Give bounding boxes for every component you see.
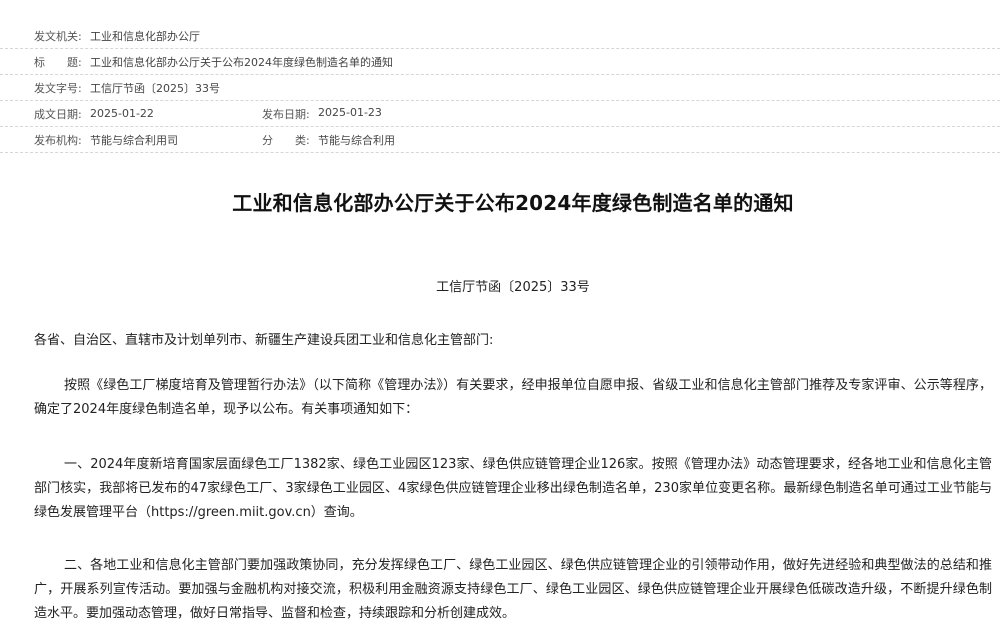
publisher-label: 发布机构: [34, 133, 82, 147]
article-salutation: 各省、自治区、直辖市及计划单列市、新疆生产建设兵团工业和信息化主管部门: [34, 333, 494, 348]
title-label: 标 题: [34, 55, 82, 69]
published-group: 发布日期: 2025-01-23 [262, 106, 382, 122]
issuer-value: 工业和信息化部办公厅 [90, 29, 200, 43]
meta-row-dates: 成文日期: 2025-01-22 发布日期: 2025-01-23 [0, 101, 1000, 127]
meta-row-publisher: 发布机构: 节能与综合利用司 分 类: 节能与综合利用 [0, 127, 1000, 153]
category-label: 分 类: [262, 133, 310, 147]
created-value: 2025-01-22 [90, 107, 154, 120]
docno-label: 发文字号: [34, 81, 82, 95]
issuer-label: 发文机关: [34, 29, 82, 43]
meta-row-docno: 发文字号: 工信厅节函〔2025〕33号 [0, 75, 1000, 101]
category-value: 节能与综合利用 [318, 133, 395, 147]
article-paragraph-1: 按照《绿色工厂梯度培育及管理暂行办法》（以下简称《管理办法》）有关要求，经申报单… [34, 378, 992, 417]
category-group: 分 类: 节能与综合利用 [262, 132, 395, 148]
meta-row-title: 标 题: 工业和信息化部办公厅关于公布2024年度绿色制造名单的通知 [0, 49, 1000, 75]
docno-value: 工信厅节函〔2025〕33号 [90, 81, 220, 95]
published-label: 发布日期: [262, 107, 310, 121]
publisher-value: 节能与综合利用司 [90, 133, 178, 147]
published-value: 2025-01-23 [318, 105, 382, 119]
article-paragraph-2: 一、2024年度新培育国家层面绿色工厂1382家、绿色工业园区123家、绿色供应… [34, 457, 992, 520]
article-title: 工业和信息化部办公厅关于公布2024年度绿色制造名单的通知 [232, 191, 794, 215]
article-docno: 工信厅节函〔2025〕33号 [436, 280, 590, 295]
document-metadata-table: 发文机关: 工业和信息化部办公厅 标 题: 工业和信息化部办公厅关于公布2024… [0, 23, 1000, 153]
created-label: 成文日期: [34, 107, 82, 121]
meta-row-issuer: 发文机关: 工业和信息化部办公厅 [0, 23, 1000, 49]
article-paragraph-3: 二、各地工业和信息化主管部门要加强政策协同，充分发挥绿色工厂、绿色工业园区、绿色… [34, 558, 992, 621]
title-value: 工业和信息化部办公厅关于公布2024年度绿色制造名单的通知 [90, 55, 393, 69]
